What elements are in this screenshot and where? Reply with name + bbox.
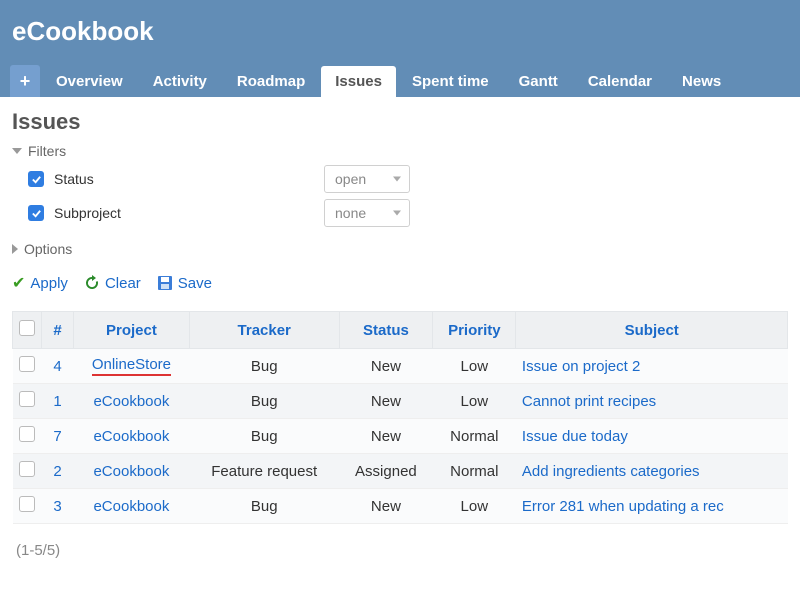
caret-down-icon bbox=[12, 148, 22, 154]
project-title: eCookbook bbox=[10, 16, 790, 65]
status-cell: Assigned bbox=[339, 454, 433, 489]
project-link[interactable]: OnlineStore bbox=[92, 356, 171, 376]
subject-link[interactable]: Cannot print recipes bbox=[522, 393, 656, 410]
filters-label: Filters bbox=[28, 143, 66, 159]
status-cell: New bbox=[339, 419, 433, 454]
issue-id-link[interactable]: 4 bbox=[53, 358, 61, 375]
table-row: 4 OnlineStore BugNewLow Issue on project 2 bbox=[13, 349, 788, 384]
filter-select-subproject[interactable]: none bbox=[324, 199, 410, 227]
filter-select-status[interactable]: open bbox=[324, 165, 410, 193]
priority-cell: Low bbox=[433, 349, 516, 384]
column-header-[interactable]: # bbox=[42, 312, 74, 349]
tab-overview[interactable]: Overview bbox=[42, 66, 137, 97]
save-label: Save bbox=[178, 275, 212, 292]
column-header-status[interactable]: Status bbox=[339, 312, 433, 349]
tracker-cell: Bug bbox=[189, 419, 339, 454]
tab-news[interactable]: News bbox=[668, 66, 735, 97]
tracker-cell: Bug bbox=[189, 384, 339, 419]
project-link[interactable]: eCookbook bbox=[93, 393, 169, 410]
check-icon: ✔ bbox=[12, 273, 25, 293]
subject-link[interactable]: Issue due today bbox=[522, 428, 628, 445]
tab-gantt[interactable]: Gantt bbox=[505, 66, 572, 97]
column-header-priority[interactable]: Priority bbox=[433, 312, 516, 349]
select-all-checkbox[interactable] bbox=[19, 320, 35, 336]
priority-cell: Low bbox=[433, 384, 516, 419]
priority-cell: Low bbox=[433, 489, 516, 524]
tracker-cell: Feature request bbox=[189, 454, 339, 489]
clear-button[interactable]: Clear bbox=[84, 275, 141, 292]
filters-header[interactable]: Filters bbox=[12, 143, 788, 159]
filter-row-status: Status open bbox=[28, 165, 788, 193]
disk-icon bbox=[157, 275, 173, 291]
filter-label: Subproject bbox=[54, 205, 314, 221]
issues-table: #ProjectTrackerStatusPrioritySubject 4 On… bbox=[12, 311, 788, 524]
priority-cell: Normal bbox=[433, 454, 516, 489]
issue-id-link[interactable]: 2 bbox=[53, 463, 61, 480]
table-row: 3 eCookbook BugNewLow Error 281 when updati… bbox=[13, 489, 788, 524]
options-header[interactable]: Options bbox=[12, 241, 788, 257]
clear-label: Clear bbox=[105, 275, 141, 292]
priority-cell: Normal bbox=[433, 419, 516, 454]
issue-id-link[interactable]: 1 bbox=[53, 393, 61, 410]
apply-label: Apply bbox=[30, 275, 68, 292]
subject-link[interactable]: Issue on project 2 bbox=[522, 358, 640, 375]
status-cell: New bbox=[339, 384, 433, 419]
filter-label: Status bbox=[54, 171, 314, 187]
column-header-tracker[interactable]: Tracker bbox=[189, 312, 339, 349]
project-link[interactable]: eCookbook bbox=[93, 428, 169, 445]
filter-checkbox-status[interactable] bbox=[28, 171, 44, 187]
column-header-subject[interactable]: Subject bbox=[516, 312, 788, 349]
page-title: Issues bbox=[12, 109, 788, 135]
table-row: 2 eCookbook Feature requestAssignedNormal A… bbox=[13, 454, 788, 489]
tab-bar: + OverviewActivityRoadmapIssuesSpent tim… bbox=[10, 65, 790, 97]
column-header-project[interactable]: Project bbox=[74, 312, 190, 349]
table-row: 1 eCookbook BugNewLow Cannot print recipes bbox=[13, 384, 788, 419]
subject-link[interactable]: Add ingredients categories bbox=[522, 463, 700, 480]
project-link[interactable]: eCookbook bbox=[93, 463, 169, 480]
tracker-cell: Bug bbox=[189, 489, 339, 524]
filter-row-subproject: Subproject none bbox=[28, 199, 788, 227]
row-checkbox[interactable] bbox=[19, 391, 35, 407]
tab-roadmap[interactable]: Roadmap bbox=[223, 66, 319, 97]
row-checkbox[interactable] bbox=[19, 356, 35, 372]
reload-icon bbox=[84, 275, 100, 291]
select-all-header[interactable] bbox=[13, 312, 42, 349]
save-button[interactable]: Save bbox=[157, 275, 212, 292]
tab-calendar[interactable]: Calendar bbox=[574, 66, 666, 97]
issue-id-link[interactable]: 7 bbox=[53, 428, 61, 445]
subject-link[interactable]: Error 281 when updating a rec bbox=[522, 498, 724, 515]
status-cell: New bbox=[339, 489, 433, 524]
tab-issues[interactable]: Issues bbox=[321, 66, 396, 97]
options-label: Options bbox=[24, 241, 72, 257]
project-link[interactable]: eCookbook bbox=[93, 498, 169, 515]
issue-id-link[interactable]: 3 bbox=[53, 498, 61, 515]
filter-checkbox-subproject[interactable] bbox=[28, 205, 44, 221]
caret-right-icon bbox=[12, 244, 18, 254]
table-row: 7 eCookbook BugNewNormal Issue due today bbox=[13, 419, 788, 454]
row-checkbox[interactable] bbox=[19, 461, 35, 477]
tracker-cell: Bug bbox=[189, 349, 339, 384]
row-checkbox[interactable] bbox=[19, 426, 35, 442]
apply-button[interactable]: ✔ Apply bbox=[12, 273, 68, 293]
tab-spent-time[interactable]: Spent time bbox=[398, 66, 503, 97]
row-checkbox[interactable] bbox=[19, 496, 35, 512]
status-cell: New bbox=[339, 349, 433, 384]
add-tab-button[interactable]: + bbox=[10, 65, 40, 97]
tab-activity[interactable]: Activity bbox=[139, 66, 221, 97]
pager: (1-5/5) bbox=[16, 542, 784, 559]
